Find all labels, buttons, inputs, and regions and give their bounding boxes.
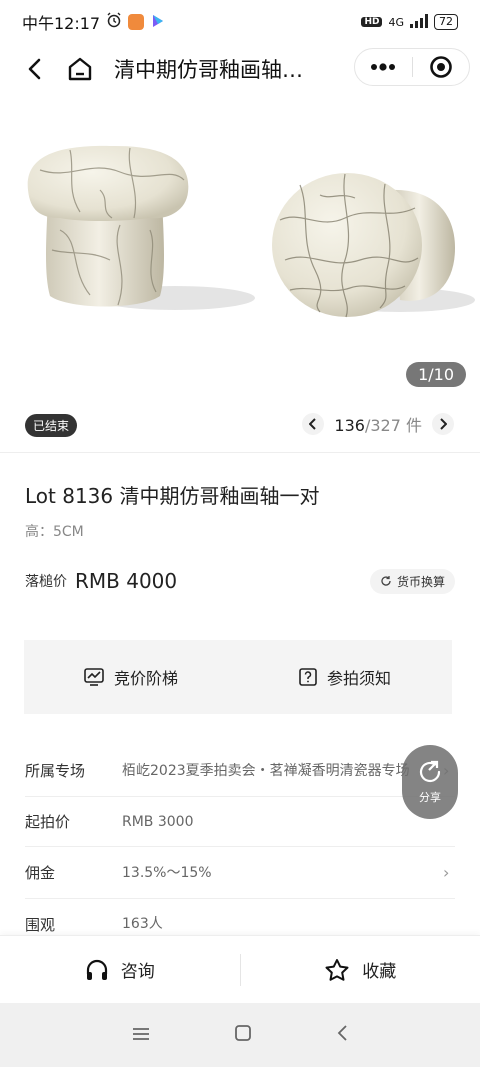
ended-badge: 已结束	[25, 414, 78, 437]
status-time: 中午12:17	[22, 14, 101, 33]
network-label: 4G	[388, 15, 404, 29]
auction-notice-label: 参拍须知	[326, 669, 391, 688]
starting-price-value: RMB 3000	[122, 813, 194, 830]
current-lot-index: 136	[334, 416, 365, 435]
image-counter: 1/10	[406, 362, 466, 387]
lot-photo	[27, 145, 475, 318]
back-triangle-icon[interactable]	[336, 1024, 348, 1046]
share-icon	[419, 760, 441, 783]
auction-notice-button[interactable]: 参拍须知	[238, 665, 452, 689]
lot-image-gallery[interactable]: 1/10	[0, 100, 480, 400]
system-nav-bar	[0, 1003, 480, 1067]
bottom-action-bar: 咨询 收藏	[0, 935, 480, 1003]
status-bar: 中午12:17 HD 4G 72	[0, 0, 480, 44]
info-row-starting-price: 起拍价 RMB 3000	[25, 797, 455, 847]
consult-label: 咨询	[120, 962, 155, 982]
favorite-label: 收藏	[362, 962, 397, 982]
share-label: 分享	[419, 791, 441, 804]
views-value: 163人	[122, 916, 163, 932]
video-app-icon	[150, 13, 164, 32]
views-label: 围观	[25, 915, 56, 934]
nav-bar: 清中期仿哥釉画轴…	[0, 44, 480, 94]
total-lots: /327 件	[364, 416, 422, 435]
hammer-price-label: 落槌价	[25, 574, 67, 590]
lot-status-row: 已结束 136/327 件	[0, 412, 480, 442]
starting-price-label: 起拍价	[25, 813, 71, 831]
refresh-icon	[381, 576, 391, 586]
page-title: 清中期仿哥釉画轴…	[114, 58, 303, 82]
chevron-right-icon: ›	[443, 863, 450, 882]
menu-icon[interactable]	[132, 1026, 150, 1045]
currency-convert-button[interactable]: 货币换算	[369, 568, 455, 594]
hd-indicator: HD	[361, 17, 383, 27]
back-button[interactable]	[14, 49, 54, 89]
share-button[interactable]: 分享	[402, 745, 458, 819]
chart-icon	[84, 668, 104, 686]
session-label: 所属专场	[25, 762, 86, 780]
mini-program-capsule	[354, 48, 470, 86]
status-right: HD 4G 72	[361, 13, 458, 31]
next-lot-button[interactable]	[432, 413, 454, 435]
divider	[0, 452, 480, 453]
action-box: 竞价阶梯 参拍须知	[24, 640, 452, 714]
lot-pager: 136/327 件	[302, 412, 454, 436]
commission-label: 佣金	[25, 864, 56, 882]
bid-ladder-label: 竞价阶梯	[113, 669, 178, 688]
home-square-icon[interactable]	[234, 1024, 252, 1046]
signal-icon	[410, 13, 428, 31]
home-button[interactable]	[60, 49, 100, 89]
bid-ladder-button[interactable]: 竞价阶梯	[24, 665, 238, 689]
hammer-price-row: 落槌价 RMB 4000 货币换算	[25, 566, 455, 596]
favorite-button[interactable]: 收藏	[241, 957, 480, 982]
lot-title: Lot 8136 清中期仿哥釉画轴一对	[25, 484, 320, 508]
question-icon	[299, 668, 317, 686]
battery-indicator: 72	[434, 14, 458, 30]
lot-position: 136/327 件	[334, 412, 422, 436]
consult-button[interactable]: 咨询	[0, 957, 240, 982]
session-value: 栢屹2023夏季拍卖会・茗禅凝香明清瓷器专场	[122, 762, 410, 779]
commission-value: 13.5%～15%	[122, 864, 212, 881]
info-row-session[interactable]: 所属专场 栢屹2023夏季拍卖会・茗禅凝香明清瓷器专场 ›	[25, 745, 455, 797]
currency-convert-label: 货币换算	[396, 574, 445, 589]
info-row-commission[interactable]: 佣金 13.5%～15% ›	[25, 847, 455, 899]
lot-dimensions: 高：5CM	[25, 524, 84, 540]
app-notification-icon	[128, 14, 145, 30]
more-menu-button[interactable]	[355, 49, 412, 85]
prev-lot-button[interactable]	[302, 413, 325, 435]
star-icon	[325, 958, 349, 981]
alarm-icon	[106, 12, 122, 32]
close-mini-program-button[interactable]	[413, 49, 470, 85]
status-left: 中午12:17	[22, 10, 164, 34]
headset-icon	[86, 959, 107, 980]
hammer-price-value: RMB 4000	[75, 569, 178, 593]
